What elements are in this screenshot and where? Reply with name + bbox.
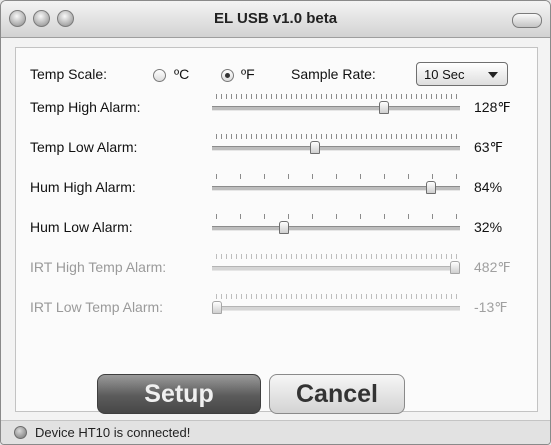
slider-track: [212, 266, 460, 271]
slider-thumb[interactable]: [426, 181, 436, 194]
slider-ticks: [216, 214, 457, 219]
sample-rate-label: Sample Rate:: [291, 66, 376, 82]
temp-scale-label: Temp Scale:: [30, 66, 108, 82]
slider-track[interactable]: [212, 146, 460, 151]
celsius-radio[interactable]: [153, 69, 166, 82]
cancel-button[interactable]: Cancel: [269, 374, 405, 414]
slider-thumb[interactable]: [379, 101, 389, 114]
slider-track[interactable]: [212, 226, 460, 231]
slider-value: 32%: [474, 219, 503, 235]
slider-label: IRT Low Temp Alarm:: [30, 299, 164, 315]
slider-value: -13℉: [474, 299, 508, 315]
slider-track[interactable]: [212, 106, 460, 111]
slider-label: IRT High Temp Alarm:: [30, 259, 167, 275]
status-text: Device HT10 is connected!: [35, 425, 191, 440]
chevron-down-icon: [488, 72, 498, 78]
sample-rate-value: 10 Sec: [424, 67, 465, 82]
slider-thumb: [450, 261, 460, 274]
slider-ticks: [216, 134, 457, 139]
fahrenheit-radio[interactable]: [221, 69, 234, 82]
status-led-icon: [14, 426, 27, 439]
celsius-label: ºC: [174, 66, 190, 82]
slider-thumb[interactable]: [279, 221, 289, 234]
slider-track[interactable]: [212, 186, 460, 191]
slider-label: Hum High Alarm:: [30, 179, 136, 195]
app-window: EL USB v1.0 beta Temp Scale: ºC ºF Sampl…: [0, 0, 551, 445]
toolbar-toggle-icon[interactable]: [512, 13, 542, 28]
slider-ticks: [216, 254, 457, 259]
slider-value: 84%: [474, 179, 503, 195]
title-bar[interactable]: EL USB v1.0 beta: [1, 1, 550, 38]
slider-ticks: [216, 174, 457, 179]
slider-label: Hum Low Alarm:: [30, 219, 133, 235]
slider-label: Temp High Alarm:: [30, 99, 141, 115]
slider-value: 128℉: [474, 99, 511, 115]
settings-panel: Temp Scale: ºC ºF Sample Rate: 10 Sec Te…: [15, 47, 538, 412]
slider-ticks: [216, 294, 457, 299]
slider-thumb[interactable]: [310, 141, 320, 154]
setup-button[interactable]: Setup: [97, 374, 261, 414]
window-title: EL USB v1.0 beta: [213, 10, 338, 27]
slider-track: [212, 306, 460, 311]
sample-rate-select[interactable]: 10 Sec: [416, 62, 508, 86]
slider-label: Temp Low Alarm:: [30, 139, 138, 155]
slider-ticks: [216, 94, 457, 99]
slider-value: 63℉: [474, 139, 503, 155]
fahrenheit-label: ºF: [241, 66, 255, 82]
slider-thumb: [212, 301, 222, 314]
slider-value: 482℉: [474, 259, 511, 275]
status-bar: Device HT10 is connected!: [1, 420, 550, 444]
